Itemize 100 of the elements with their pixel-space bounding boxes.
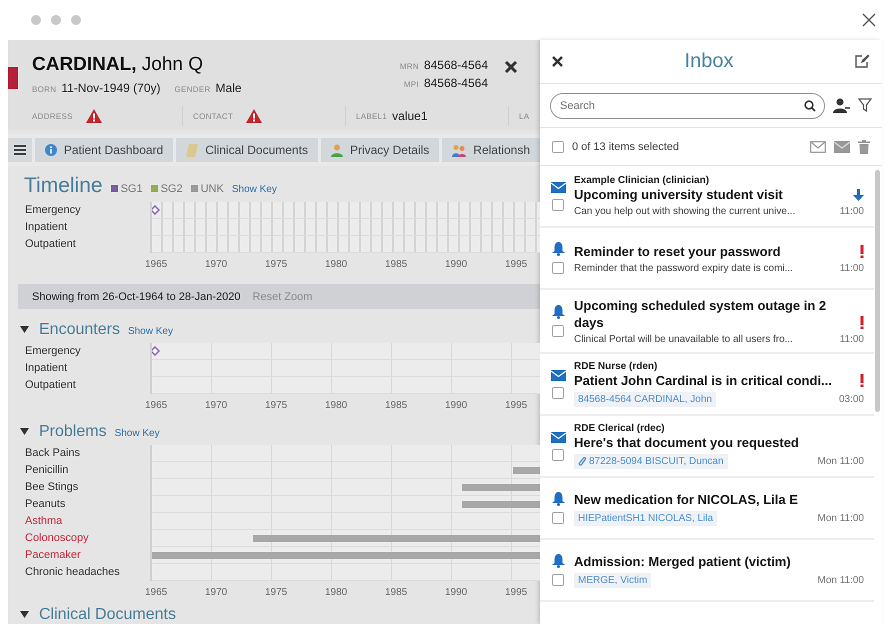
section-title: Encounters	[39, 321, 120, 339]
section-title: Problems	[39, 423, 107, 441]
scrollbar-thumb[interactable]	[875, 170, 880, 412]
tab[interactable]: Patient Dashboard	[34, 138, 174, 162]
person-icon	[330, 144, 343, 157]
axis-label: 1970	[205, 587, 228, 598]
axis-label: 1975	[265, 259, 288, 270]
axis-label: 1995	[505, 259, 528, 270]
axis-label: 1995	[505, 587, 528, 598]
message-preview: Reminder that the password expiry date is comi...	[574, 262, 793, 274]
message-time: Mon 11:00	[817, 456, 864, 467]
message-item[interactable]: Admission: Merged patient (victim) MERGE, Victim Mon 11:00	[540, 540, 874, 602]
sender-name: Example Clinician (clinician)	[574, 175, 710, 186]
menu-icon	[14, 145, 26, 156]
item-checkbox[interactable]	[552, 574, 564, 586]
zoom-range-text: Showing from 26-Oct-1964 to 28-Jan-2020	[32, 290, 241, 303]
message-preview: Can you help out with showing the current unive...	[574, 206, 796, 217]
envelope-icon	[550, 370, 566, 380]
axis-label: 1975	[265, 400, 288, 411]
show-key-link[interactable]: Show Key	[114, 428, 160, 439]
message-item[interactable]: New medication for NICOLAS, Lila E HIEPatientSH1 NICOLAS, Lila Mon 11:00	[540, 478, 874, 540]
close-icon	[552, 56, 563, 67]
event-marker-icon	[152, 205, 160, 216]
axis-label: 1980	[325, 587, 348, 598]
trash-icon[interactable]	[858, 140, 870, 154]
section-title: Timeline	[24, 174, 103, 198]
legend-item: SG2	[150, 182, 183, 195]
axis-label: 1985	[385, 259, 408, 270]
message-time: 03:00	[838, 394, 864, 405]
message-time: Mon 11:00	[817, 574, 864, 586]
field-label: MRN	[400, 62, 419, 71]
person-icon	[833, 98, 850, 113]
compose-button[interactable]	[855, 54, 870, 69]
field-value: Male	[216, 81, 242, 95]
item-checkbox[interactable]	[552, 448, 564, 460]
envelope-icon[interactable]	[810, 140, 826, 152]
tab[interactable]: Clinical Documents	[176, 138, 318, 162]
message-title: Upcoming university student visit	[574, 186, 783, 203]
field-label: CONTACT	[193, 112, 234, 120]
axis-label: 1985	[385, 400, 408, 411]
message-item[interactable]: Example Clinician (clinician) Upcoming university student visit Can you help out with showing the current unive... 11:00	[540, 166, 874, 228]
row-label: Inpatient	[25, 220, 68, 236]
field-label: BORN	[32, 85, 56, 94]
axis-label: 1970	[205, 400, 228, 411]
envelope-icon[interactable]	[834, 140, 850, 152]
item-checkbox[interactable]	[552, 262, 564, 274]
message-item[interactable]: RDE Nurse (rden) Patient John Cardinal is in critical condi... 84568-4564 CARDINAL, John 03:00	[540, 354, 874, 416]
show-key-link[interactable]: Show Key	[128, 326, 173, 337]
user-filter-button[interactable]	[833, 98, 850, 113]
field-label: GENDER	[174, 85, 211, 94]
menu-button[interactable]	[8, 138, 32, 162]
field-value: 11-Nov-1949 (70y)	[61, 81, 160, 95]
axis-label: 1995	[505, 400, 528, 411]
collapse-icon[interactable]	[20, 325, 29, 334]
field-label: LA	[519, 112, 530, 120]
sender-name: RDE Nurse (rden)	[574, 361, 658, 372]
axis-label: 1970	[205, 259, 228, 270]
message-time: Mon 11:00	[817, 512, 864, 524]
search-field[interactable]: Search	[550, 92, 825, 118]
sender-name: RDE Clerical (rdec)	[574, 423, 666, 434]
event-marker-icon	[152, 346, 160, 356]
exclamation-icon	[860, 244, 864, 258]
item-checkbox[interactable]	[552, 198, 564, 210]
row-label: Inpatient	[25, 361, 68, 376]
exclamation-icon	[860, 316, 864, 329]
item-checkbox[interactable]	[552, 386, 564, 398]
filter-icon	[858, 98, 872, 113]
warning-icon	[246, 109, 262, 123]
legend-item: SG1	[110, 182, 143, 195]
compose-icon	[855, 54, 870, 69]
item-checkbox[interactable]	[552, 512, 564, 524]
item-checkbox[interactable]	[552, 325, 564, 337]
select-all-checkbox[interactable]	[552, 140, 564, 152]
message-item[interactable]: Reminder to reset your password Reminder that the password expiry date is comi... 11:00	[540, 228, 874, 290]
row-label: Penicillin	[25, 463, 70, 478]
filter-button[interactable]	[858, 98, 872, 113]
field-label: MPI	[404, 80, 419, 89]
people-icon	[452, 144, 466, 157]
collapse-icon[interactable]	[20, 427, 29, 436]
close-icon[interactable]	[862, 13, 876, 27]
collapse-icon[interactable]	[20, 610, 29, 619]
close-icon[interactable]	[504, 60, 518, 74]
message-time: 11:00	[840, 206, 864, 217]
row-label: Emergency	[25, 203, 82, 218]
exclamation-icon	[860, 374, 864, 387]
close-button[interactable]	[552, 56, 563, 67]
tab[interactable]: Privacy Details	[320, 138, 440, 162]
message-item[interactable]: Upcoming scheduled system outage in 2 days Clinical Portal will be unavailable to all users fro... 11:00	[540, 290, 874, 354]
tab[interactable]: Relationsh	[442, 138, 540, 162]
axis-label: 1985	[385, 587, 408, 598]
bell-icon	[552, 554, 564, 568]
row-label: Asthma	[25, 514, 64, 529]
bell-icon	[552, 305, 564, 319]
envelope-icon	[550, 432, 566, 442]
show-key-link[interactable]: Show Key	[232, 184, 277, 196]
axis-label: 1975	[265, 587, 288, 598]
axis-label: 1980	[325, 259, 348, 270]
field-value: 84568-4564	[424, 76, 488, 90]
search-icon[interactable]	[804, 100, 816, 112]
message-item[interactable]: RDE Clerical (rdec) Here's that document you requested 87228-5094 BISCUIT, Duncan Mon 11:00	[540, 416, 874, 478]
